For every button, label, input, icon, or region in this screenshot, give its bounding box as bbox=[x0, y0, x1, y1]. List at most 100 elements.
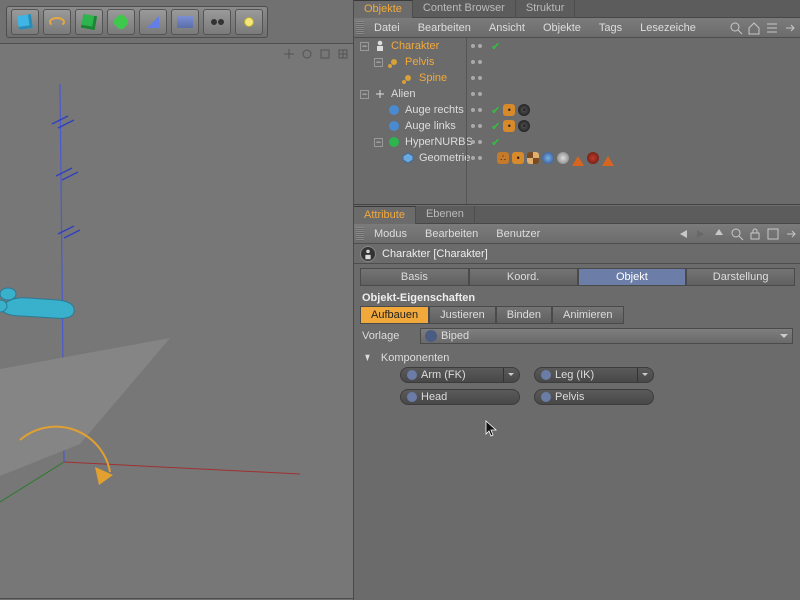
komp-leg[interactable]: Leg (IK) bbox=[534, 367, 654, 383]
tag-sphere-icon[interactable]: • bbox=[518, 104, 530, 116]
vorlage-label: Vorlage bbox=[362, 330, 414, 342]
tag-uv-icon[interactable]: ∴ bbox=[497, 152, 509, 164]
tag-grey-icon[interactable] bbox=[557, 152, 569, 164]
lock-icon[interactable] bbox=[748, 227, 762, 241]
tool-spline[interactable] bbox=[43, 9, 71, 35]
tool-cube2[interactable] bbox=[75, 9, 103, 35]
obj-icon bbox=[373, 87, 387, 101]
tool-eyes[interactable] bbox=[203, 9, 231, 35]
objects-tabbar: Objekte Content Browser Struktur bbox=[354, 0, 800, 18]
obj-label: Auge links bbox=[403, 120, 458, 132]
tool-grid[interactable] bbox=[171, 9, 199, 35]
tag-orange-icon[interactable]: • bbox=[503, 104, 515, 116]
obj-icon bbox=[387, 135, 401, 149]
tag-orange-icon[interactable]: • bbox=[512, 152, 524, 164]
home-icon[interactable] bbox=[747, 21, 761, 35]
grip-icon[interactable] bbox=[356, 227, 364, 241]
tool-gear[interactable] bbox=[107, 9, 135, 35]
vorlage-row: Vorlage Biped bbox=[354, 324, 800, 348]
expand-icon[interactable]: − bbox=[374, 138, 383, 147]
up-icon[interactable] bbox=[712, 227, 726, 241]
biped-icon bbox=[425, 330, 437, 342]
attr-menubar: Modus Bearbeiten Benutzer bbox=[354, 224, 800, 244]
expand-icon[interactable]: − bbox=[374, 58, 383, 67]
menu-bearbeiten2[interactable]: Bearbeiten bbox=[417, 228, 486, 240]
vorlage-value: Biped bbox=[441, 330, 469, 342]
joint-icon bbox=[407, 370, 417, 380]
tag-globe-icon[interactable] bbox=[542, 152, 554, 164]
subtab-justieren[interactable]: Justieren bbox=[429, 306, 496, 324]
arrow-icon[interactable] bbox=[783, 21, 797, 35]
menu-modus[interactable]: Modus bbox=[366, 228, 415, 240]
menu-objekte[interactable]: Objekte bbox=[535, 22, 589, 34]
viewport-3d[interactable] bbox=[0, 44, 353, 598]
tab-attribute[interactable]: Attribute bbox=[354, 206, 416, 224]
new-icon[interactable] bbox=[766, 227, 780, 241]
bulb-icon bbox=[244, 17, 254, 27]
obj-icon bbox=[401, 71, 415, 85]
mouse-cursor bbox=[485, 420, 499, 438]
subtab-animieren[interactable]: Animieren bbox=[552, 306, 624, 324]
expand-icon[interactable]: − bbox=[360, 42, 369, 51]
subtab-binden[interactable]: Binden bbox=[496, 306, 552, 324]
disclosure-icon[interactable]: ▼ bbox=[364, 352, 372, 364]
obj-label: Auge rechts bbox=[403, 104, 466, 116]
chevron-down-icon[interactable] bbox=[503, 368, 517, 382]
tag-red-icon[interactable] bbox=[587, 152, 599, 164]
tab-basis[interactable]: Basis bbox=[360, 268, 469, 286]
tool-bulb[interactable] bbox=[235, 9, 263, 35]
tool-wedge[interactable] bbox=[139, 9, 167, 35]
tab-struktur[interactable]: Struktur bbox=[516, 0, 576, 18]
tag-tri-icon[interactable] bbox=[572, 150, 584, 166]
menu-icon[interactable] bbox=[784, 227, 798, 241]
tab-objekt[interactable]: Objekt bbox=[578, 268, 687, 286]
obj-label: Spine bbox=[417, 72, 449, 84]
tab-koord[interactable]: Koord. bbox=[469, 268, 578, 286]
tag-orange-icon[interactable]: • bbox=[503, 120, 515, 132]
menu-ansicht[interactable]: Ansicht bbox=[481, 22, 533, 34]
tab-objekte[interactable]: Objekte bbox=[354, 0, 413, 18]
tag-sphere-icon[interactable]: • bbox=[518, 120, 530, 132]
menu-lesezeichen[interactable]: Lesezeiche bbox=[632, 22, 704, 34]
find-icon[interactable] bbox=[730, 227, 744, 241]
obj-icon bbox=[401, 151, 415, 165]
obj-label: HyperNURBS bbox=[403, 136, 475, 148]
tag-checker-icon[interactable] bbox=[527, 152, 539, 164]
vorlage-dropdown[interactable]: Biped bbox=[420, 328, 793, 344]
fwd-icon[interactable] bbox=[694, 227, 708, 241]
joint-icon bbox=[407, 392, 417, 402]
objects-menubar: Datei Bearbeiten Ansicht Objekte Tags Le… bbox=[354, 18, 800, 38]
chevron-down-icon[interactable] bbox=[637, 368, 651, 382]
tag-tri2-icon[interactable] bbox=[602, 150, 614, 166]
tab-ebenen[interactable]: Ebenen bbox=[416, 206, 475, 224]
object-tree[interactable]: −Charakter−PelvisSpine−AlienAuge rechtsA… bbox=[354, 38, 800, 205]
komp-pelvis[interactable]: Pelvis bbox=[534, 389, 654, 405]
wedge-icon bbox=[147, 16, 159, 28]
subtab-aufbauen[interactable]: Aufbauen bbox=[360, 306, 429, 324]
attr-header: Charakter [Charakter] bbox=[354, 244, 800, 264]
search-icon[interactable] bbox=[729, 21, 743, 35]
tab-content-browser[interactable]: Content Browser bbox=[413, 0, 516, 18]
menu-benutzer[interactable]: Benutzer bbox=[488, 228, 548, 240]
eyes-icon bbox=[211, 19, 224, 25]
komp-head[interactable]: Head bbox=[400, 389, 520, 405]
menu-bearbeiten[interactable]: Bearbeiten bbox=[410, 22, 479, 34]
list-icon[interactable] bbox=[765, 21, 779, 35]
viewport-canvas bbox=[0, 44, 353, 598]
joint-icon bbox=[541, 392, 551, 402]
tag-column: ✔ ✔ • • ✔ • • ✔ ∴ • bbox=[466, 38, 800, 204]
joint-icon bbox=[541, 370, 551, 380]
tool-cube[interactable] bbox=[11, 9, 39, 35]
menu-tags[interactable]: Tags bbox=[591, 22, 630, 34]
grip-icon[interactable] bbox=[356, 21, 364, 35]
back-icon[interactable] bbox=[676, 227, 690, 241]
section-title: Objekt-Eigenschaften bbox=[354, 286, 800, 306]
komp-arm[interactable]: Arm (FK) bbox=[400, 367, 520, 383]
cube2-icon bbox=[81, 14, 97, 30]
tab-darstellung[interactable]: Darstellung bbox=[686, 268, 795, 286]
expand-icon[interactable]: − bbox=[360, 90, 369, 99]
menu-datei[interactable]: Datei bbox=[366, 22, 408, 34]
character-icon bbox=[360, 246, 376, 262]
cube-icon bbox=[17, 14, 33, 30]
komponenten-label: Komponenten bbox=[381, 352, 450, 364]
